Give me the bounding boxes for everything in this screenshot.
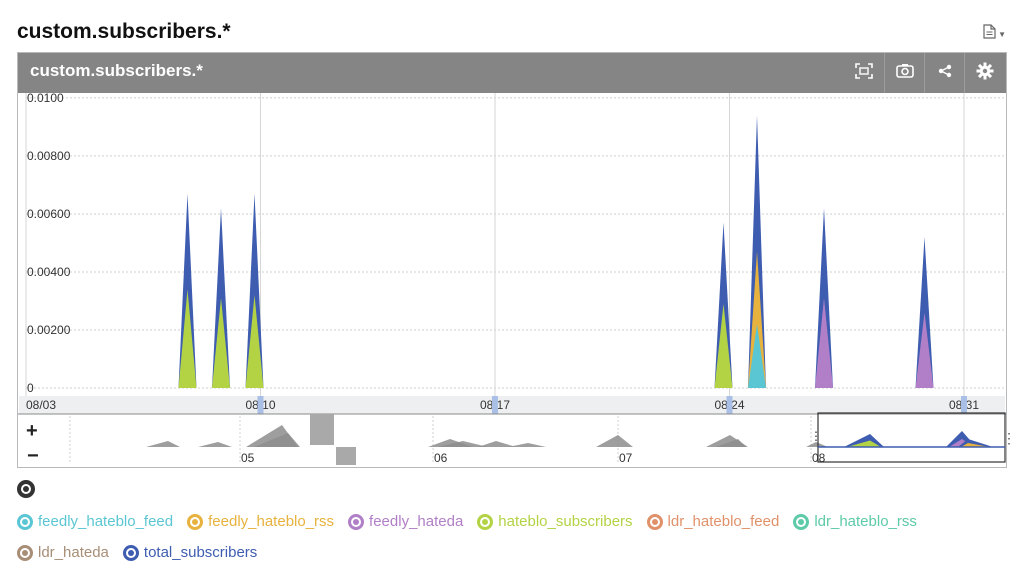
gear-icon [976, 62, 994, 85]
zoom-out-button[interactable]: − [27, 445, 39, 467]
document-icon [983, 24, 996, 44]
panel-header: custom.subscribers.* [18, 53, 1006, 93]
legend-marker-icon [477, 513, 494, 530]
camera-icon [895, 63, 914, 83]
legend-label: feedly_hateblo_rss [208, 513, 335, 530]
y-tick-label: 0.00400 [27, 265, 71, 279]
legend-marker-icon [348, 513, 365, 530]
legend-label: ldr_hateda [38, 544, 109, 561]
chart-grid [25, 93, 1006, 396]
legend-label: feedly_hateda [369, 513, 464, 530]
legend-marker-icon [17, 513, 33, 530]
legend-label: ldr_hateblo_rss [814, 513, 917, 530]
x-tick-label: 08/03 [26, 398, 56, 412]
legend-item-hateblo-subscribers[interactable]: hateblo_subscribers [477, 513, 633, 530]
navigator-block [310, 414, 334, 445]
legend-label: hateblo_subscribers [498, 513, 633, 530]
chevron-down-icon: ▼ [998, 29, 1006, 39]
screenshot-button[interactable] [884, 53, 924, 93]
navigator-left-handle[interactable]: ⋮ [810, 429, 822, 443]
panel-resize-handle[interactable]: ⋮ [1002, 430, 1016, 447]
legend-row: ldr_hateda total_subscribers [17, 544, 257, 561]
settings-button[interactable] [964, 53, 1004, 93]
panel-title: custom.subscribers.* [30, 61, 203, 80]
y-axis-labels: 0 0.00200 0.00400 0.00600 0.00800 0.0100 [27, 93, 71, 395]
legend-item-ldr-hateblo-feed[interactable]: ldr_hateblo_feed [646, 513, 780, 530]
legend-label: ldr_hateblo_feed [667, 513, 780, 530]
legend-marker-icon [646, 513, 663, 530]
zoom-in-button[interactable]: + [26, 420, 38, 442]
y-tick-label: 0.0100 [27, 93, 64, 105]
y-tick-label: 0 [27, 381, 34, 395]
legend-row: feedly_hateblo_feed feedly_hateblo_rss fee… [17, 513, 917, 530]
legend-item-ldr-hateda[interactable]: ldr_hateda [17, 544, 109, 561]
legend-marker-icon [17, 544, 33, 561]
document-menu-button[interactable]: ▼ [983, 24, 1006, 44]
navigator-block [336, 447, 356, 465]
legend-marker-icon [187, 513, 204, 530]
legend-label: total_subscribers [143, 544, 258, 561]
range-navigator[interactable]: 05 06 07 08 ⋮ [18, 412, 1006, 467]
weekend-marker [257, 396, 264, 414]
y-tick-label: 0.00600 [27, 207, 71, 221]
x-axis-band [19, 396, 1005, 414]
toggle-all-icon[interactable] [17, 480, 35, 498]
legend-item-total-subscribers[interactable]: total_subscribers [122, 544, 258, 561]
navigator-month-label: 06 [434, 451, 448, 465]
legend-marker-icon [122, 544, 139, 561]
expand-icon [855, 62, 873, 84]
legend-item-ldr-hateblo-rss[interactable]: ldr_hateblo_rss [793, 513, 917, 530]
navigator-month-label: 08 [812, 451, 826, 465]
legend-item-feedly-hateblo-feed[interactable]: feedly_hateblo_feed [17, 513, 173, 530]
subscribers-area-chart[interactable]: 0 0.00200 0.00400 0.00600 0.00800 0.0100 08/0… [18, 93, 1006, 467]
share-icon [938, 64, 952, 83]
legend-item-feedly-hateblo-rss[interactable]: feedly_hateblo_rss [187, 513, 334, 530]
expand-button[interactable] [844, 53, 884, 93]
navigator-month-label: 05 [241, 451, 255, 465]
y-tick-label: 0.00800 [27, 149, 71, 163]
navigator-month-label: 07 [619, 451, 633, 465]
share-button[interactable] [924, 53, 964, 93]
weekend-marker [726, 396, 733, 414]
legend-label: feedly_hateblo_feed [38, 513, 174, 530]
chart-panel: custom.subscribers.* 0 0.00200 0.00400 0.00… [17, 52, 1007, 468]
weekend-marker [961, 396, 967, 414]
page-title: custom.subscribers.* [17, 20, 231, 43]
legend-marker-icon [793, 513, 810, 530]
legend-item-feedly-hateda[interactable]: feedly_hateda [348, 513, 463, 530]
y-tick-label: 0.00200 [27, 323, 71, 337]
weekend-marker [492, 396, 498, 414]
